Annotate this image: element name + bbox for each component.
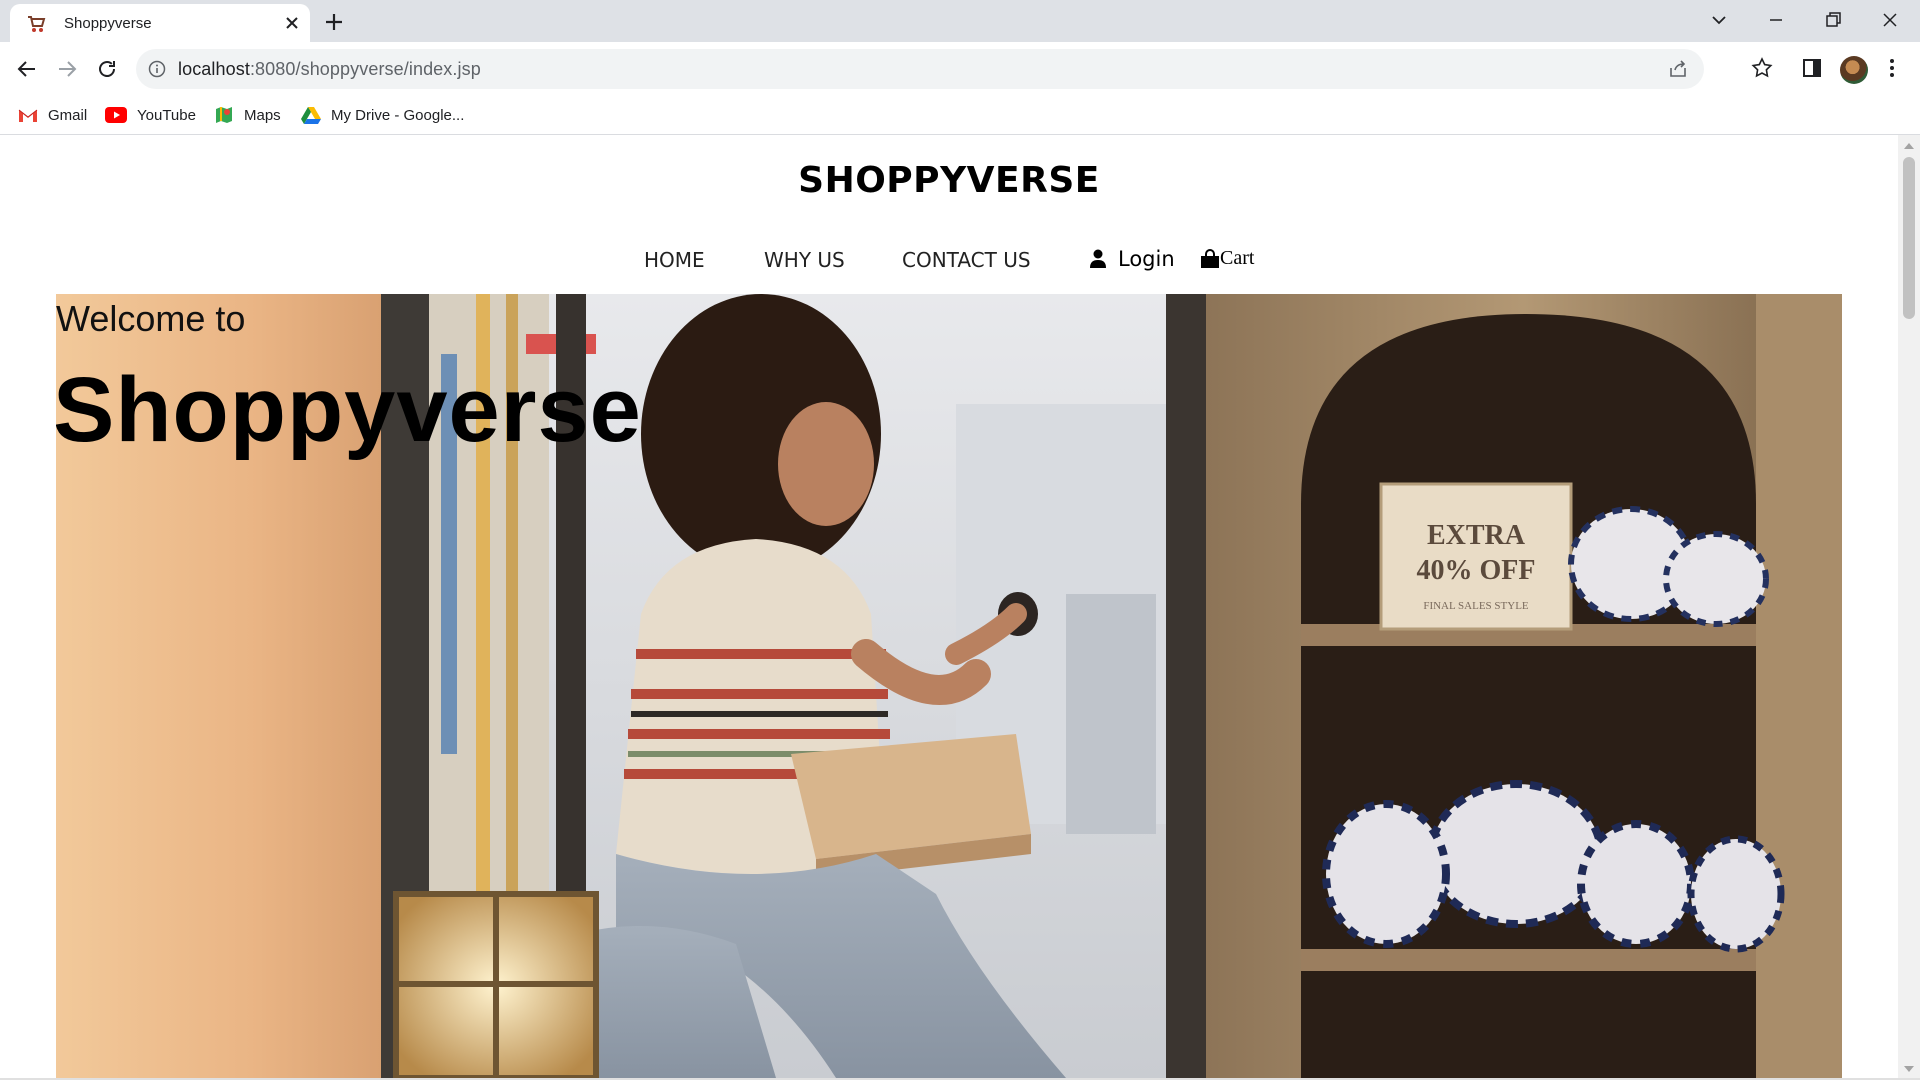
close-window-icon[interactable] bbox=[1878, 8, 1902, 32]
scroll-up-arrow[interactable] bbox=[1904, 143, 1914, 149]
drive-icon bbox=[301, 107, 321, 124]
close-tab-icon[interactable] bbox=[282, 13, 302, 33]
site-brand[interactable]: SHOPPYVERSE bbox=[0, 160, 1898, 201]
profile-avatar[interactable] bbox=[1840, 56, 1868, 84]
back-icon[interactable] bbox=[14, 56, 40, 82]
hero-title: Shoppyverse bbox=[56, 359, 642, 461]
share-icon[interactable] bbox=[1666, 57, 1690, 81]
sign-text-subline: FINAL SALES STYLE bbox=[1423, 600, 1529, 612]
restore-icon[interactable] bbox=[1821, 8, 1845, 32]
gmail-icon bbox=[18, 109, 38, 122]
url-text: localhost:8080/shoppyverse/index.jsp bbox=[178, 59, 481, 79]
browser-tab[interactable]: Shoppyverse bbox=[10, 4, 310, 42]
hero-banner: Welcome to Shoppyverse EXTRA 40% OFF FIN… bbox=[56, 294, 1842, 1078]
page-viewport: SHOPPYVERSE HOME WHY US CONTACT US Login… bbox=[0, 135, 1898, 1078]
shopping-bag-icon bbox=[1201, 248, 1219, 268]
hero-welcome: Welcome to bbox=[56, 298, 246, 339]
cart-favicon-icon bbox=[28, 16, 46, 32]
sign-text-discount: 40% OFF bbox=[1417, 555, 1536, 586]
nav-why-us[interactable]: WHY US bbox=[764, 248, 845, 272]
sign-text-extra: EXTRA bbox=[1427, 520, 1526, 551]
maps-icon bbox=[216, 107, 232, 123]
minimize-icon[interactable] bbox=[1764, 8, 1788, 32]
cart-link[interactable]: Cart bbox=[1200, 247, 1254, 270]
nav-home[interactable]: HOME bbox=[644, 248, 705, 272]
bookmark-star-icon[interactable] bbox=[1750, 56, 1774, 80]
vertical-scrollbar[interactable] bbox=[1898, 135, 1920, 1078]
bookmark-drive[interactable]: My Drive - Google... bbox=[301, 103, 464, 127]
address-bar[interactable]: localhost:8080/shoppyverse/index.jsp bbox=[136, 49, 1704, 89]
nav-contact-us[interactable]: CONTACT US bbox=[902, 248, 1031, 272]
bookmark-gmail[interactable]: Gmail bbox=[18, 103, 87, 127]
bookmark-youtube[interactable]: YouTube bbox=[105, 103, 196, 127]
user-icon bbox=[1090, 249, 1106, 268]
youtube-icon bbox=[105, 107, 127, 123]
bookmark-maps[interactable]: Maps bbox=[214, 103, 281, 127]
tab-strip: Shoppyverse bbox=[0, 0, 1920, 42]
site-info-icon[interactable] bbox=[148, 60, 166, 78]
more-menu-icon[interactable] bbox=[1880, 56, 1904, 80]
tab-title: Shoppyverse bbox=[64, 15, 152, 32]
bookmarks-bar: Gmail YouTube Maps My Drive - Google... bbox=[0, 96, 1920, 135]
browser-toolbar: localhost:8080/shoppyverse/index.jsp bbox=[0, 42, 1920, 96]
scrollbar-thumb[interactable] bbox=[1903, 157, 1915, 319]
tab-search-chevron-icon[interactable] bbox=[1707, 8, 1731, 32]
forward-icon[interactable] bbox=[54, 56, 80, 82]
new-tab-icon[interactable] bbox=[322, 10, 346, 34]
login-link[interactable]: Login bbox=[1090, 247, 1175, 271]
cart-label: Cart bbox=[1220, 247, 1255, 269]
reload-icon[interactable] bbox=[94, 56, 120, 82]
side-panel-icon[interactable] bbox=[1800, 56, 1824, 80]
login-label: Login bbox=[1118, 247, 1175, 271]
scroll-down-arrow[interactable] bbox=[1904, 1066, 1914, 1072]
